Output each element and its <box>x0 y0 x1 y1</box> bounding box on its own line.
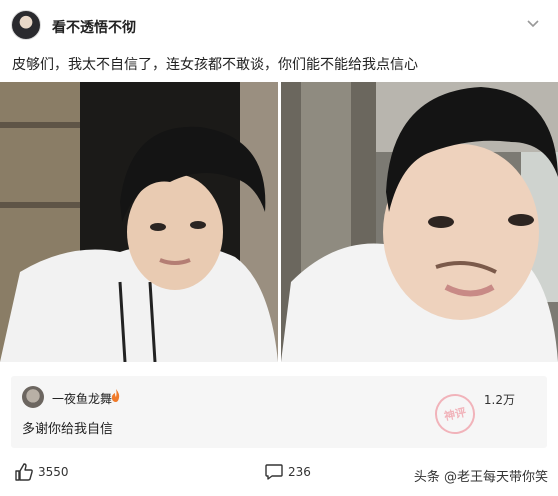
comment-bubble-icon <box>265 464 283 480</box>
post-header: 看不透悟不彻 <box>0 0 558 52</box>
flame-icon <box>111 389 120 402</box>
author-avatar[interactable] <box>11 10 41 40</box>
source-watermark: 头条 @老王每天带你笑 <box>413 470 548 485</box>
action-bar: 3550 236 头条 @老王每天带你笑 <box>0 458 558 496</box>
featured-comment-stamp: 神评 <box>431 390 479 438</box>
thumbs-up-icon <box>15 463 33 481</box>
selfie-photo-left <box>0 82 278 362</box>
comment-button[interactable]: 236 <box>264 462 311 482</box>
commenter-avatar[interactable] <box>22 386 44 408</box>
selfie-photo-right <box>281 82 558 362</box>
like-count: 3550 <box>38 465 69 479</box>
featured-comment[interactable]: 一夜鱼龙舞 1.2万 神评 多谢你给我自信 <box>11 376 547 448</box>
post-text: 皮够们，我太不自信了，连女孩都不敢谈，你们能不能给我点信心 <box>12 57 418 73</box>
like-button[interactable]: 3550 <box>14 462 69 482</box>
author-name[interactable]: 看不透悟不彻 <box>52 17 136 37</box>
comment-like-count[interactable]: 1.2万 <box>484 391 515 408</box>
post-photo-2[interactable] <box>281 82 558 362</box>
comment-count: 236 <box>288 465 311 479</box>
commenter-name[interactable]: 一夜鱼龙舞 <box>52 390 112 407</box>
comment-text: 多谢你给我自信 <box>22 422 114 437</box>
chevron-down-icon[interactable] <box>526 17 540 31</box>
post-photo-1[interactable] <box>0 82 278 362</box>
